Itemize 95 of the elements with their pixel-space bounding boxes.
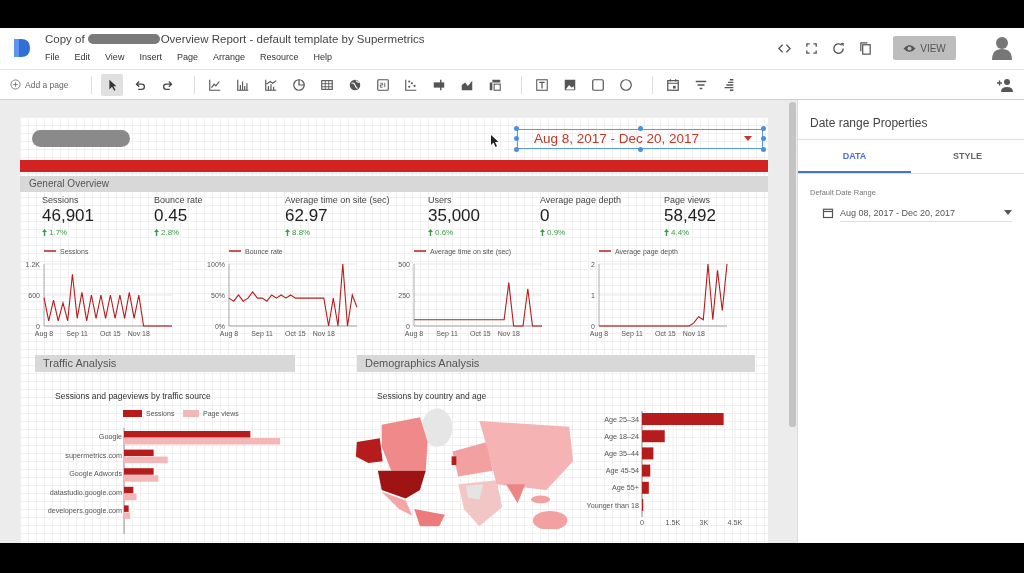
metric-label: Sessions <box>42 195 80 205</box>
refresh-icon[interactable] <box>831 40 846 56</box>
cursor-icon <box>490 133 500 148</box>
tool-button[interactable] <box>101 73 124 96</box>
logo-icon <box>12 37 32 59</box>
menu-item[interactable]: Insert <box>139 52 162 62</box>
legend-marker <box>228 250 242 252</box>
metric-label: Users <box>428 195 453 205</box>
metric-label: Bounce rate <box>154 195 204 205</box>
bar-chart-icon <box>236 77 251 92</box>
legend-marker <box>43 250 57 252</box>
text-icon <box>535 77 550 92</box>
chart-title: Sessions and pageviews by traffic source <box>55 391 212 401</box>
metric-change: 0.6% <box>435 228 454 237</box>
table-icon <box>320 77 335 92</box>
panel-tab[interactable]: DATA <box>798 140 911 173</box>
metric-value: 62.97 <box>285 206 329 226</box>
up-arrow-icon <box>42 229 47 236</box>
sessions-bar <box>124 486 134 494</box>
calendar-icon <box>666 77 681 92</box>
sessions-bar <box>642 430 665 443</box>
combo-chart-icon <box>264 77 279 92</box>
report-title: Overview Report - default template by Supermetrics <box>160 33 425 45</box>
add-page-button[interactable]: Add a page <box>10 79 69 90</box>
legend-swatch <box>123 410 142 417</box>
globe-icon <box>348 77 363 92</box>
section-header: General Overview <box>20 176 768 192</box>
up-arrow-icon <box>285 229 290 236</box>
up-arrow-icon <box>664 229 669 236</box>
menu-item[interactable]: Arrange <box>212 52 245 62</box>
scatter-chart-icon <box>404 77 419 92</box>
menu-item[interactable]: Resource <box>259 52 299 62</box>
resize-handle[interactable] <box>637 125 643 131</box>
section-header: Demographics Analysis <box>357 355 755 372</box>
metric-change: 2.8% <box>161 228 180 237</box>
sessions-bar <box>124 468 154 475</box>
calendar-icon <box>822 207 834 219</box>
date-range-dropdown[interactable]: Aug 08, 2017 - Dec 20, 2017 <box>840 204 1012 222</box>
add-icon <box>10 79 21 90</box>
metric-label: Page views <box>664 195 712 205</box>
sessions-bar <box>642 481 649 494</box>
legend-swatch <box>183 410 199 417</box>
page-views-bar <box>124 512 131 519</box>
sessions-bar <box>124 505 129 512</box>
menu-item[interactable]: Edit <box>74 52 91 62</box>
pie-chart-icon <box>292 77 307 92</box>
page-views-bar <box>124 475 159 482</box>
metric-change: 1.7% <box>49 228 68 237</box>
line-chart-icon <box>208 77 223 92</box>
report-title: Copy of <box>45 33 85 45</box>
menu-item[interactable]: View <box>105 52 125 62</box>
up-arrow-icon <box>154 229 159 236</box>
add-person-icon[interactable] <box>996 76 1014 93</box>
caret-icon <box>1004 210 1012 215</box>
metric-value: 35,000 <box>428 206 481 226</box>
copy-icon[interactable] <box>858 40 873 56</box>
menu-item[interactable]: Help <box>313 52 332 62</box>
metric-label: Average time on site (sec) <box>285 195 391 205</box>
panel-tab[interactable]: STYLE <box>911 140 1024 173</box>
page-views-bar <box>124 493 137 501</box>
metric-label: Average page depth <box>540 195 622 205</box>
menu-item[interactable]: File <box>45 52 60 62</box>
pivot-table-icon <box>488 77 503 92</box>
sessions-bar <box>124 449 154 457</box>
page-views-bar <box>124 456 168 464</box>
up-arrow-icon <box>428 229 433 236</box>
rectangle-icon <box>591 77 606 92</box>
sessions-bar <box>642 464 651 477</box>
metric-change: 8.8% <box>292 228 311 237</box>
section-header: Traffic Analysis <box>35 355 295 372</box>
avatar-icon[interactable] <box>990 35 1014 61</box>
menu-item[interactable]: Page <box>176 52 198 62</box>
metric-value: 46,901 <box>42 206 95 226</box>
fullscreen-icon[interactable] <box>804 40 819 56</box>
metric-value: 0.45 <box>154 206 189 226</box>
metric-value: 58,492 <box>664 206 717 226</box>
bullet-chart-icon <box>432 77 447 92</box>
view-button[interactable]: VIEW <box>893 36 956 60</box>
caret-icon <box>744 136 752 141</box>
chart-title: Sessions by country and age <box>377 391 488 401</box>
up-arrow-icon <box>540 229 545 236</box>
panel-title: Date range Properties <box>798 100 1024 140</box>
metric-change: 4.4% <box>671 228 690 237</box>
resize-handle[interactable] <box>637 146 643 152</box>
legend-marker <box>598 250 612 252</box>
date-range-control[interactable]: Aug 8, 2017 - Dec 20, 2017 <box>517 128 763 149</box>
scorecard-icon <box>376 77 391 92</box>
metric-value: 0 <box>540 206 551 226</box>
eye-icon <box>903 43 917 53</box>
metric-change: 0.9% <box>547 228 566 237</box>
sessions-bar <box>642 447 654 460</box>
scrollbar[interactable] <box>789 102 796 427</box>
image-icon <box>563 77 578 92</box>
legend-marker <box>413 250 427 252</box>
circle-icon <box>619 77 634 92</box>
